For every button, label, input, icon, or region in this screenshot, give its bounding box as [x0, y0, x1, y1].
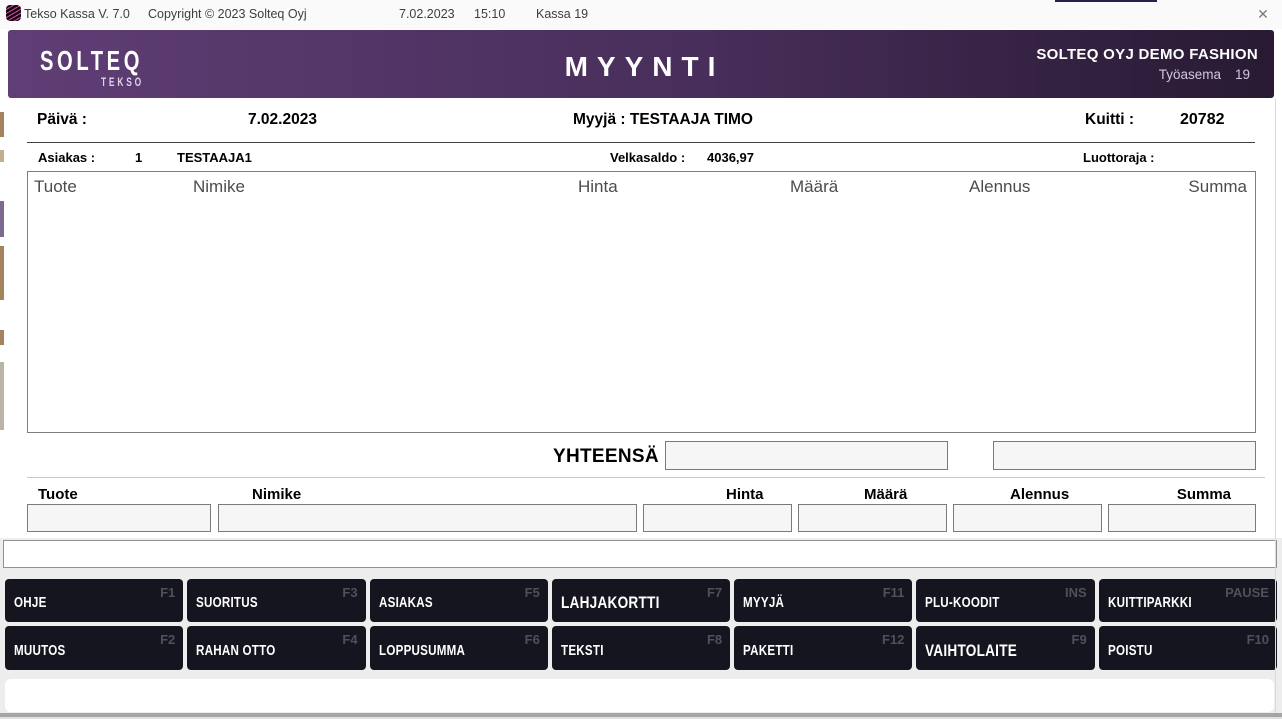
- vaihtolaite-button[interactable]: VAIHTOLAITEF9: [916, 626, 1094, 670]
- receipt-value: 20782: [1180, 111, 1225, 129]
- column-header-tuote: Tuote: [34, 177, 77, 197]
- background-window-edge: [1055, 0, 1157, 2]
- titlebar-date: 7.02.2023: [399, 7, 455, 21]
- debt-value: 4036,97: [707, 150, 754, 165]
- teksti-button[interactable]: TEKSTIF8: [552, 626, 730, 670]
- suoritus-button[interactable]: SUORITUSF3: [187, 579, 365, 622]
- myyja-button[interactable]: MYYJÄF11: [734, 579, 912, 622]
- entry-input-nimike[interactable]: [218, 504, 637, 532]
- credit-limit-label: Luottoraja :: [1083, 150, 1155, 165]
- workstation-info: Työasema 19: [1159, 67, 1250, 82]
- page-title: MYYNTI: [565, 51, 725, 83]
- muutos-button[interactable]: MUUTOSF2: [5, 626, 183, 670]
- desktop-artifact: [0, 362, 4, 430]
- entry-input-hinta[interactable]: [643, 504, 792, 532]
- entry-input-maara[interactable]: [798, 504, 947, 532]
- desktop-artifact: [0, 246, 4, 300]
- entry-label-hinta: Hinta: [726, 486, 764, 503]
- loppusumma-button[interactable]: LOPPUSUMMAF6: [370, 626, 548, 670]
- entry-input-summa[interactable]: [1108, 504, 1256, 532]
- separator-line-2: [27, 477, 1265, 478]
- asiakas-button[interactable]: ASIAKASF5: [370, 579, 548, 622]
- seller-line: Myyjä : TESTAAJA TIMO: [573, 111, 753, 129]
- entry-label-maara: Määrä: [864, 486, 907, 503]
- close-button[interactable]: ✕: [1248, 0, 1278, 29]
- store-name: SOLTEQ OYJ DEMO FASHION: [1036, 46, 1258, 63]
- titlebar-register: Kassa 19: [536, 7, 588, 21]
- entry-label-tuote: Tuote: [38, 486, 78, 503]
- column-header-nimike: Nimike: [193, 177, 245, 197]
- column-header-alennus: Alennus: [969, 177, 1030, 197]
- column-header-summa: Summa: [1188, 177, 1247, 197]
- close-icon: ✕: [1257, 6, 1269, 22]
- total-label: YHTEENSÄ: [553, 446, 659, 468]
- workstation-number: 19: [1235, 67, 1250, 82]
- workstation-label: Työasema: [1159, 67, 1221, 82]
- customer-label: Asiakas :: [38, 150, 95, 165]
- entry-label-alennus: Alennus: [1010, 486, 1069, 503]
- customer-number: 1: [135, 150, 142, 165]
- date-value: 7.02.2023: [248, 111, 317, 129]
- copyright-text: Copyright © 2023 Solteq Oyj: [148, 7, 307, 21]
- rahan-otto-button[interactable]: RAHAN OTTOF4: [187, 626, 365, 670]
- poistu-button[interactable]: POISTUF10: [1099, 626, 1277, 670]
- desktop-artifact: [0, 201, 4, 237]
- title-bar: Tekso Kassa V. 7.0 Copyright © 2023 Solt…: [0, 0, 1282, 29]
- separator-line: [27, 142, 1255, 143]
- ohje-button[interactable]: OHJEF1: [5, 579, 183, 622]
- entry-label-summa: Summa: [1177, 486, 1231, 503]
- plu-koodit-button[interactable]: PLU-KOODITINS: [916, 579, 1094, 622]
- paketti-button[interactable]: PAKETTIF12: [734, 626, 912, 670]
- items-table: Tuote Nimike Hinta Määrä Alennus Summa: [27, 171, 1256, 433]
- titlebar-time: 15:10: [474, 7, 505, 21]
- total-input[interactable]: [665, 441, 948, 470]
- column-header-maara: Määrä: [790, 177, 838, 197]
- desktop-artifact: [0, 150, 4, 162]
- window-title: Tekso Kassa V. 7.0: [24, 7, 130, 21]
- receipt-label: Kuitti :: [1085, 111, 1134, 129]
- window-right-edge: [1275, 99, 1276, 713]
- date-label: Päivä :: [37, 111, 87, 129]
- solteq-logo: SOLTEQ: [40, 45, 143, 77]
- desktop-artifact: [0, 330, 4, 345]
- function-button-row-1: OHJEF1 SUORITUSF3 ASIAKASF5 LAHJAKORTTIF…: [5, 579, 1277, 622]
- tekso-logo-subtext: TEKSO: [101, 75, 144, 89]
- debt-label: Velkasaldo :: [610, 150, 685, 165]
- entry-input-alennus[interactable]: [953, 504, 1102, 532]
- desktop-artifact: [0, 112, 4, 137]
- customer-name: TESTAAJA1: [177, 150, 252, 165]
- total-secondary-input[interactable]: [993, 441, 1256, 470]
- header-banner: SOLTEQ TEKSO MYYNTI SOLTEQ OYJ DEMO FASH…: [8, 30, 1274, 98]
- entry-label-nimike: Nimike: [252, 486, 301, 503]
- kuittiparkki-button[interactable]: KUITTIPARKKIPAUSE: [1099, 579, 1277, 622]
- app-icon: [6, 5, 21, 21]
- function-button-row-2: MUUTOSF2 RAHAN OTTOF4 LOPPUSUMMAF6 TEKST…: [5, 626, 1277, 670]
- lahjakortti-button[interactable]: LAHJAKORTTIF7: [552, 579, 730, 622]
- command-input[interactable]: [3, 540, 1277, 568]
- status-strip: [5, 679, 1274, 712]
- entry-input-tuote[interactable]: [27, 504, 211, 532]
- column-header-hinta: Hinta: [578, 177, 618, 197]
